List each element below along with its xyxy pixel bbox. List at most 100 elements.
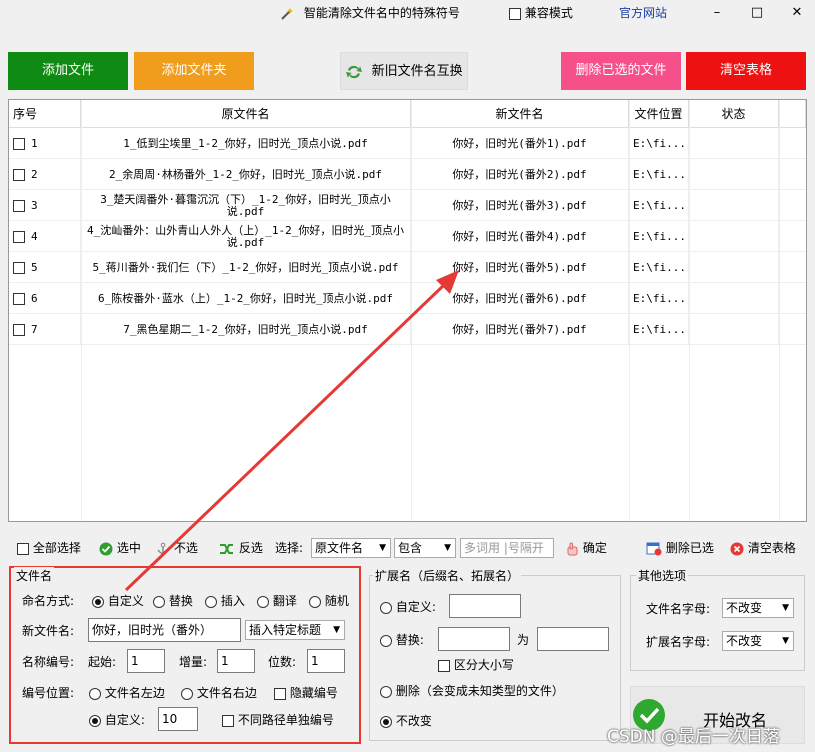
header-original-name[interactable]: 原文件名	[81, 100, 411, 128]
confirm-button[interactable]: 确定	[565, 538, 607, 558]
filename-case-select[interactable]: 不改变 ▼	[722, 598, 794, 618]
row-status	[689, 159, 779, 190]
ext-replace-to-input[interactable]	[537, 627, 609, 651]
header-status[interactable]: 状态	[689, 100, 779, 128]
row-index-text: 6	[31, 291, 38, 305]
field-select[interactable]: 原文件名 ▼	[311, 538, 391, 558]
add-folder-button[interactable]: 添加文件夹	[134, 52, 254, 90]
table-row[interactable]: 7 7_黑色星期二_1-2_你好，旧时光_顶点小说.pdf 你好，旧时光(番外7).…	[9, 314, 806, 345]
window-delete-icon	[646, 542, 662, 555]
row-index-text: 5	[31, 260, 38, 274]
case-sensitive-checkbox[interactable]: 区分大小写	[438, 657, 514, 673]
row-status	[689, 221, 779, 252]
match-select[interactable]: 包含 ▼	[394, 538, 456, 558]
maximize-button[interactable]: □	[737, 2, 777, 24]
naming-radio-translate[interactable]: 翻译	[257, 593, 297, 609]
row-checkbox[interactable]	[13, 323, 25, 336]
row-original-name: 4_沈屾番外：山外青山人外人（上）_1-2_你好，旧时光_顶点小说.pdf	[81, 221, 411, 252]
row-index-text: 4	[31, 229, 38, 243]
naming-radio-random[interactable]: 随机	[309, 593, 349, 609]
table-row[interactable]: 4 4_沈屾番外：山外青山人外人（上）_1-2_你好，旧时光_顶点小说.pdf 你好…	[9, 221, 806, 252]
close-button[interactable]: ✕	[777, 2, 815, 24]
website-link[interactable]: 官方网站	[619, 3, 667, 23]
check-circle-icon	[99, 542, 113, 555]
row-new-name: 你好，旧时光(番外7).pdf	[411, 314, 629, 345]
position-radio-right[interactable]: 文件名右边	[181, 685, 257, 701]
table-row[interactable]: 2 2_余周周·林杨番外_1-2_你好，旧时光_顶点小说.pdf 你好，旧时光(番外…	[9, 159, 806, 190]
header-filler	[779, 100, 806, 128]
row-checkbox[interactable]	[13, 292, 25, 305]
row-location: E:\fi...	[629, 190, 689, 221]
row-checkbox[interactable]	[13, 230, 25, 243]
minimize-button[interactable]: –	[697, 2, 737, 24]
row-original-name: 1_低到尘埃里_1-2_你好，旧时光_顶点小说.pdf	[81, 128, 411, 159]
ext-radio-unchanged[interactable]: 不改变	[380, 713, 432, 729]
add-file-button[interactable]: 添加文件	[8, 52, 128, 90]
numbering-label: 名称编号:	[22, 655, 75, 669]
position-radio-custom[interactable]: 自定义:	[89, 712, 145, 728]
table-row[interactable]: 3 3_楚天阔番外·暮霭沉沉（下）_1-2_你好，旧时光_顶点小说.pdf 你好，旧…	[9, 190, 806, 221]
table-row[interactable]: 5 5_蒋川番外·我们仨（下）_1-2_你好，旧时光_顶点小说.pdf 你好，旧时光…	[9, 252, 806, 283]
ext-radio-delete[interactable]: 删除（会变成未知类型的文件）	[380, 683, 564, 699]
compat-mode-box[interactable]	[509, 7, 521, 20]
row-index: 7	[9, 314, 81, 345]
chevron-down-icon: ▼	[782, 636, 789, 646]
selection-toolbar: 全部选择 选中 不选 反选 选择: 原文件名 ▼ 包含 ▼ 多词用 |号隔开 确定 …	[8, 534, 807, 560]
hide-number-checkbox[interactable]: 隐藏编号	[274, 685, 338, 701]
ext-radio-custom[interactable]: 自定义:	[380, 599, 436, 615]
position-radio-left[interactable]: 文件名左边	[89, 685, 165, 701]
row-new-name: 你好，旧时光(番外6).pdf	[411, 283, 629, 314]
row-status	[689, 190, 779, 221]
row-index: 6	[9, 283, 81, 314]
table-row[interactable]: 1 1_低到尘埃里_1-2_你好，旧时光_顶点小说.pdf 你好，旧时光(番外1).…	[9, 128, 806, 159]
delete-selected-button[interactable]: 删除已选	[646, 538, 714, 558]
row-status	[689, 252, 779, 283]
digits-input[interactable]: 1	[307, 649, 345, 673]
custom-position-input[interactable]: 10	[158, 707, 198, 731]
ext-custom-input[interactable]	[449, 594, 521, 618]
other-options-title: 其他选项	[636, 567, 689, 584]
row-original-name: 3_楚天阔番外·暮霭沉沉（下）_1-2_你好，旧时光_顶点小说.pdf	[81, 190, 411, 221]
clear-table-button[interactable]: 清空表格	[686, 52, 806, 90]
invert-button[interactable]: 反选	[219, 538, 263, 558]
magic-wand-icon	[281, 7, 293, 20]
swap-names-button[interactable]: 新旧文件名互换	[340, 52, 468, 90]
ext-radio-replace[interactable]: 替换:	[380, 632, 424, 648]
compat-mode-checkbox[interactable]: 兼容模式	[509, 3, 573, 23]
row-index-text: 1	[31, 136, 38, 150]
naming-radio-replace[interactable]: 替换	[153, 593, 193, 609]
extension-group-title: 扩展名（后缀名、拓展名）	[373, 567, 522, 584]
naming-radio-custom[interactable]: 自定义	[92, 593, 144, 609]
row-checkbox[interactable]	[13, 199, 25, 212]
chevron-down-icon: ▼	[379, 543, 386, 553]
chevron-down-icon: ▼	[333, 625, 340, 635]
header-index[interactable]: 序号	[9, 100, 81, 128]
row-new-name: 你好，旧时光(番外5).pdf	[411, 252, 629, 283]
delete-selected-files-button[interactable]: 删除已选的文件	[561, 52, 681, 90]
header-new-name[interactable]: 新文件名	[411, 100, 629, 128]
separate-numbering-checkbox[interactable]: 不同路径单独编号	[222, 712, 334, 728]
deselect-button[interactable]: 不选	[156, 538, 198, 558]
chevron-down-icon: ▼	[444, 543, 451, 553]
ext-case-select[interactable]: 不改变 ▼	[722, 631, 794, 651]
select-all-box[interactable]	[17, 542, 29, 555]
row-checkbox[interactable]	[13, 137, 25, 150]
select-all-checkbox[interactable]: 全部选择	[17, 538, 81, 558]
insert-title-select[interactable]: 插入特定标题 ▼	[245, 620, 345, 640]
ext-replace-from-input[interactable]	[438, 627, 510, 651]
start-input[interactable]: 1	[127, 649, 165, 673]
app-title: 智能清除文件名中的特殊符号	[280, 3, 460, 23]
select-button[interactable]: 选中	[99, 538, 141, 558]
row-checkbox[interactable]	[13, 261, 25, 274]
header-location[interactable]: 文件位置	[629, 100, 689, 128]
naming-radio-insert[interactable]: 插入	[205, 593, 245, 609]
table-row[interactable]: 6 6_陈桉番外·蓝水（上）_1-2_你好，旧时光_顶点小说.pdf 你好，旧时光(…	[9, 283, 806, 314]
keyword-input[interactable]: 多词用 |号隔开	[460, 538, 554, 558]
anchor-icon	[157, 542, 169, 554]
file-table: 序号 原文件名 新文件名 文件位置 状态 1 1_低到尘埃里_1-2_你好，旧时光…	[8, 99, 807, 522]
row-index-text: 3	[31, 198, 38, 212]
clear-table-small-button[interactable]: 清空表格	[730, 538, 796, 558]
new-name-input[interactable]: 你好，旧时光（番外）	[88, 618, 241, 642]
row-checkbox[interactable]	[13, 168, 25, 181]
increment-input[interactable]: 1	[217, 649, 255, 673]
